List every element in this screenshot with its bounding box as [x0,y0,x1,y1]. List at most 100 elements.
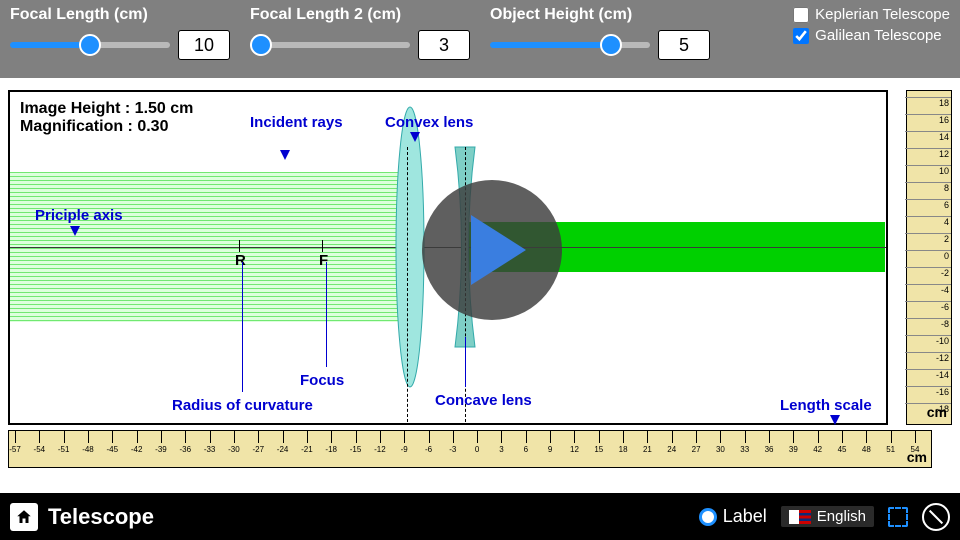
label-incident-rays: Incident rays [250,114,343,131]
focal-length-1-control: Focal Length (cm) 10 [10,6,230,60]
hruler-tick [161,431,162,443]
hruler-label: 0 [475,445,479,454]
magnification-readout: Magnification : 0.30 [20,118,193,136]
vruler-tick: 8 [905,182,951,193]
hruler-tick [720,431,721,443]
hruler-label: -30 [228,445,240,454]
hruler-label: 9 [548,445,552,454]
hruler-tick [283,431,284,443]
hruler-label: 48 [862,445,871,454]
hruler-label: 27 [692,445,701,454]
focal-length-2-slider[interactable] [250,42,410,48]
hruler-tick [793,431,794,443]
hruler-label: -39 [155,445,167,454]
hruler-label: -36 [179,445,191,454]
vruler-tick: -6 [905,301,951,312]
arrow-icon [280,150,290,160]
radius-pointer [242,262,243,392]
control-bar: Focal Length (cm) 10 Focal Length 2 (cm)… [0,0,960,78]
vruler-tick: -4 [905,284,951,295]
hruler-tick [501,431,502,443]
bottom-bar: Telescope Label English [0,493,960,540]
hruler-tick [818,431,819,443]
hruler-label: 24 [667,445,676,454]
vruler-tick: -16 [905,386,951,397]
hruler-label: -45 [107,445,119,454]
hruler-tick [210,431,211,443]
hruler-tick [112,431,113,443]
label-length-scale: Length scale [780,397,872,414]
vruler-tick: -14 [905,369,951,380]
galilean-checkbox[interactable] [793,28,809,44]
disable-icon-button[interactable] [922,503,950,531]
label-toggle-text: Label [723,506,767,527]
r-mark: R [235,252,246,269]
hruler-tick [574,431,575,443]
play-icon [471,215,526,285]
hruler-tick [745,431,746,443]
hruler-label: 45 [838,445,847,454]
vruler-tick: 0 [905,250,951,261]
vruler-tick: 12 [905,148,951,159]
hruler-label: -42 [131,445,143,454]
focal-length-1-value[interactable]: 10 [178,30,230,60]
horizontal-ruler-unit: cm [907,449,927,465]
vruler-tick: 16 [905,114,951,125]
keplerian-checkbox[interactable] [793,7,809,23]
galilean-label: Galilean Telescope [815,27,941,44]
arrow-icon [830,415,840,425]
label-principal-axis: Priciple axis [35,207,123,224]
focal-length-1-slider[interactable] [10,42,170,48]
focal-length-1-label: Focal Length (cm) [10,6,230,24]
hruler-tick [672,431,673,443]
hruler-label: -15 [350,445,362,454]
hruler-label: -6 [425,445,432,454]
arrow-icon [410,132,420,142]
hruler-tick [15,431,16,443]
hruler-tick [623,431,624,443]
hruler-label: 51 [886,445,895,454]
hruler-label: -51 [58,445,70,454]
hruler-tick [380,431,381,443]
radio-icon [699,508,717,526]
language-selector[interactable]: English [781,506,874,527]
object-height-value[interactable]: 5 [658,30,710,60]
hruler-label: -33 [204,445,216,454]
vertical-ruler-unit: cm [927,404,947,420]
label-radius-of-curvature: Radius of curvature [172,397,313,414]
vruler-tick: -10 [905,335,951,346]
focal-length-2-value[interactable]: 3 [418,30,470,60]
hruler-tick [842,431,843,443]
hruler-label: -57 [9,445,21,454]
f-tick [322,240,323,252]
vruler-tick: 2 [905,233,951,244]
hruler-tick [137,431,138,443]
convex-axis-dashed [407,147,408,422]
hruler-label: 12 [570,445,579,454]
hruler-tick [356,431,357,443]
concave-pointer [465,337,466,387]
fullscreen-button[interactable] [888,507,908,527]
object-height-control: Object Height (cm) 5 [490,6,710,60]
hruler-tick [526,431,527,443]
hruler-label: -54 [34,445,46,454]
object-height-slider[interactable] [490,42,650,48]
play-button[interactable] [422,180,562,320]
hruler-label: -27 [252,445,264,454]
hruler-tick [696,431,697,443]
app-title: Telescope [48,504,154,530]
hruler-label: 6 [524,445,528,454]
hruler-tick [258,431,259,443]
hruler-tick [307,431,308,443]
vruler-tick: 18 [905,97,951,108]
hruler-label: 33 [740,445,749,454]
hruler-tick [477,431,478,443]
hruler-label: 21 [643,445,652,454]
label-convex-lens: Convex lens [385,114,473,131]
label-toggle[interactable]: Label [699,506,767,527]
home-button[interactable] [10,503,38,531]
label-focus: Focus [300,372,344,389]
vruler-tick: -12 [905,352,951,363]
hruler-tick [88,431,89,443]
hruler-tick [64,431,65,443]
